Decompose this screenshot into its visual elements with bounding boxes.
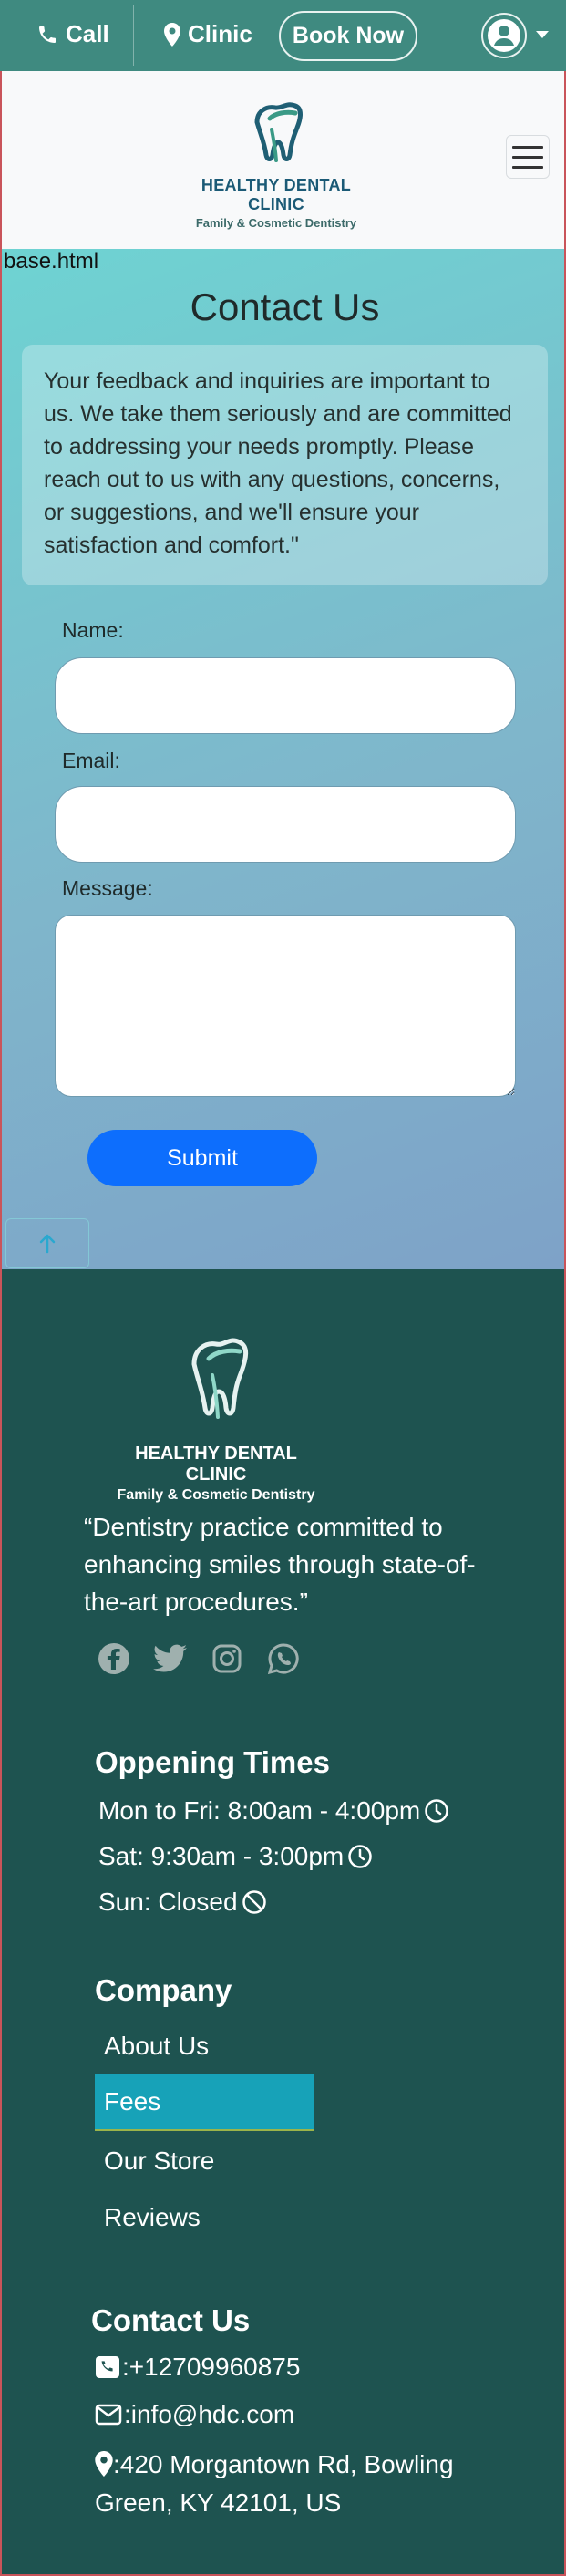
email-label: Email:: [62, 749, 120, 772]
footer-address: :420 Morgantown Rd, Bowling Green, KY 42…: [95, 2446, 487, 2522]
phone-icon: [39, 26, 56, 43]
map-marker-icon: [95, 2451, 113, 2477]
chevron-down-icon[interactable]: [536, 31, 549, 38]
hours-text: Mon to Fri: 8:00am - 4:00pm: [98, 1796, 421, 1825]
contact-section: base.html Contact Us Your feedback and i…: [0, 249, 566, 1269]
brand-name: HEALTHY DENTAL CLINIC: [201, 176, 352, 213]
hamburger-bar: [512, 155, 543, 159]
navbar: HEALTHY DENTAL CLINIC Family & Cosmetic …: [0, 71, 566, 249]
footer-link-store[interactable]: Our Store: [95, 2133, 314, 2189]
hamburger-bar: [512, 145, 543, 149]
address-text: :420 Morgantown Rd, Bowling Green, KY 42…: [95, 2450, 454, 2517]
phone-text: :+12709960875: [122, 2353, 301, 2381]
message-label: Message:: [62, 876, 153, 900]
brand-logo[interactable]: HEALTHY DENTAL CLINIC Family & Cosmetic …: [180, 98, 372, 230]
arrow-up-icon: [39, 1234, 56, 1253]
hours-heading: Oppening Times: [95, 1745, 330, 1779]
instagram-icon[interactable]: [210, 1641, 244, 1676]
name-label: Name:: [62, 618, 124, 642]
hours-row: Mon to Fri: 8:00am - 4:00pm: [98, 1796, 449, 1826]
facebook-icon[interactable]: [97, 1641, 131, 1676]
twitter-icon[interactable]: [153, 1641, 188, 1676]
clock-icon: [425, 1799, 449, 1823]
user-menu-button[interactable]: [481, 13, 527, 58]
social-links: [97, 1641, 301, 1676]
hours-row: Sat: 9:30am - 3:00pm: [98, 1842, 373, 1871]
top-bar: Call Clinic Book Now: [0, 0, 566, 71]
brand-subtitle: Family & Cosmetic Dentistry: [195, 216, 357, 230]
message-field[interactable]: [55, 915, 516, 1097]
whatsapp-icon[interactable]: [266, 1641, 301, 1676]
hours-text: Sun: Closed: [98, 1888, 238, 1916]
envelope-icon: [95, 2404, 122, 2426]
clinic-link[interactable]: Clinic: [164, 20, 252, 48]
footer-brand-logo[interactable]: HEALTHY DENTAL CLINIC Family & Cosmetic …: [111, 1333, 321, 1504]
hours-text: Sat: 9:30am - 3:00pm: [98, 1842, 345, 1870]
hamburger-bar: [512, 165, 543, 169]
submit-button[interactable]: Submit: [87, 1130, 317, 1186]
user-icon: [488, 19, 520, 52]
clock-icon: [348, 1845, 373, 1868]
email-text: :info@hdc.com: [124, 2400, 295, 2428]
intro-text: Your feedback and inquiries are importan…: [22, 345, 548, 585]
company-heading: Company: [95, 1973, 232, 2007]
hours-row: Sun: Closed: [98, 1888, 267, 1917]
footer-brand-subtitle: Family & Cosmetic Dentistry: [117, 1487, 315, 1503]
template-label: base.html: [4, 249, 99, 274]
footer-link-reviews[interactable]: Reviews: [95, 2189, 314, 2246]
page-title: Contact Us: [190, 285, 380, 328]
tooth-logo-icon: [191, 1338, 249, 1419]
back-to-top-button[interactable]: [5, 1218, 89, 1268]
menu-toggle-button[interactable]: [506, 135, 550, 179]
call-label: Call: [66, 20, 109, 47]
footer-phone[interactable]: :+12709960875: [95, 2353, 300, 2382]
footer: HEALTHY DENTAL CLINIC Family & Cosmetic …: [0, 1269, 566, 2576]
footer-email[interactable]: :info@hdc.com: [95, 2400, 294, 2429]
footer-contact-heading: Contact Us: [91, 2303, 251, 2337]
clinic-label: Clinic: [188, 20, 252, 47]
phone-square-icon: [96, 2356, 119, 2378]
footer-link-fees[interactable]: Fees: [95, 2074, 314, 2131]
footer-brand-name: HEALTHY DENTAL CLINIC: [135, 1443, 297, 1485]
divider: [133, 5, 134, 66]
tooth-logo-icon: [254, 102, 303, 162]
map-marker-icon: [164, 22, 180, 47]
ban-icon: [242, 1890, 266, 1914]
call-link[interactable]: Call: [36, 20, 109, 48]
footer-link-about[interactable]: About Us: [95, 2018, 314, 2074]
book-now-button[interactable]: Book Now: [279, 11, 417, 61]
footer-tagline: “Dentistry practice committed to enhanci…: [84, 1513, 476, 1616]
email-field[interactable]: [55, 786, 516, 863]
name-field[interactable]: [55, 657, 516, 734]
